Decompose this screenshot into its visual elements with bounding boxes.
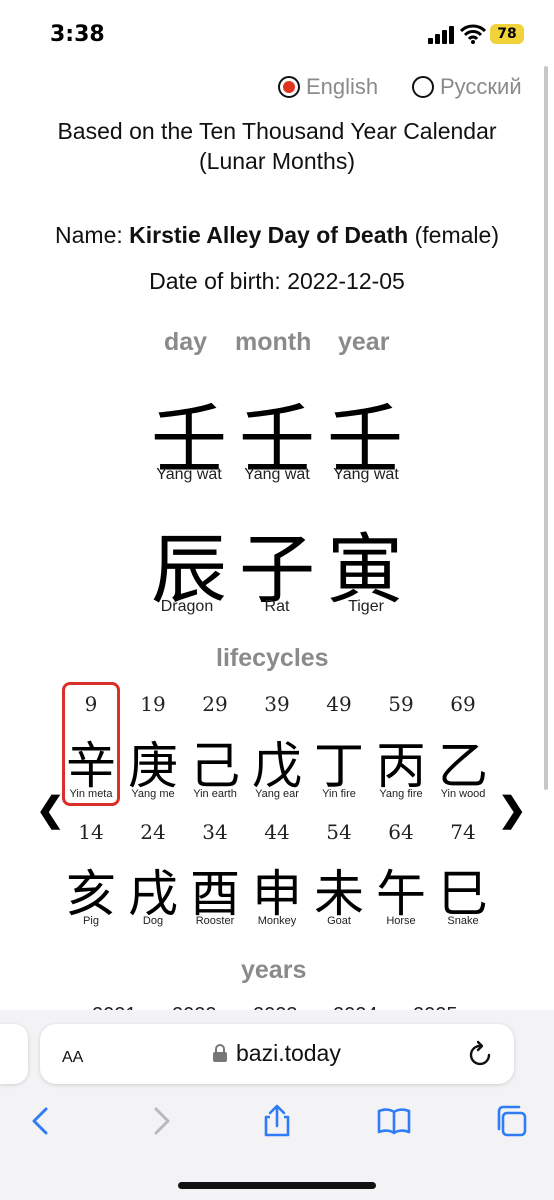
- language-russian-label: Русский: [440, 74, 522, 99]
- lifecycle-stem-label: Yang fire: [379, 788, 423, 800]
- person-name-line: Name: Kirstie Alley Day of Death (female…: [0, 222, 554, 249]
- back-icon[interactable]: [24, 1104, 58, 1138]
- lifecycle-branch-label: Monkey: [257, 915, 297, 927]
- cellular-signal-icon: [428, 26, 454, 44]
- lifecycle-stem-label: Yin earth: [193, 788, 237, 800]
- pillar-header-day: day: [164, 328, 208, 356]
- language-english-label: English: [306, 74, 379, 99]
- person-gender: (female): [408, 222, 499, 248]
- year-stem-label: Yang wat: [333, 466, 399, 483]
- lifecycle-age: 74: [450, 820, 476, 844]
- radio-selected-icon[interactable]: [278, 76, 300, 98]
- lifecycle-stem-label: Yang me: [131, 788, 175, 800]
- previous-tab-pill[interactable]: [0, 1024, 28, 1084]
- dob-value: 2022-12-05: [287, 268, 405, 294]
- chevron-right-icon[interactable]: ❯: [498, 790, 527, 830]
- home-indicator: [178, 1182, 376, 1189]
- lifecycle-age: 34: [202, 820, 228, 844]
- person-name: Kirstie Alley Day of Death: [129, 222, 409, 248]
- lifecycle-age: 39: [264, 692, 290, 716]
- month-stem-label: Yang wat: [244, 466, 310, 483]
- lifecycle-age: 69: [450, 692, 476, 716]
- lock-icon: [213, 1044, 227, 1062]
- lifecycle-age: 14: [78, 820, 104, 844]
- language-option-russian[interactable]: Русский: [412, 74, 522, 100]
- lifecycle-branch-label: Rooster: [195, 915, 235, 927]
- pillar-header-month: month: [235, 328, 312, 356]
- share-icon[interactable]: [260, 1104, 294, 1138]
- bookmarks-icon[interactable]: [377, 1104, 411, 1138]
- day-branch-label: Dragon: [160, 598, 214, 615]
- lifecycle-stem-label: Yin meta: [69, 788, 113, 800]
- lifecycle-branch-label: Dog: [142, 915, 164, 927]
- day-stem-label: Yang wat: [156, 466, 222, 483]
- lifecycle-age: 24: [140, 820, 166, 844]
- lifecycle-age: 19: [140, 692, 166, 716]
- forward-icon[interactable]: [144, 1104, 178, 1138]
- lifecycle-age: 59: [388, 692, 414, 716]
- status-bar: 3:38 78: [0, 0, 554, 60]
- lifecycle-stem-label: Yin wood: [440, 788, 486, 800]
- pillar-header-year: year: [338, 328, 390, 356]
- radio-unselected-icon[interactable]: [412, 76, 434, 98]
- lifecycle-age: 29: [202, 692, 228, 716]
- lifecycle-branch-label: Horse: [386, 915, 416, 927]
- intro-line-2: (Lunar Months): [199, 148, 355, 174]
- lifecycles-title: lifecycles: [216, 644, 329, 672]
- reader-settings-button[interactable]: AA: [62, 1042, 83, 1068]
- status-time: 3:38: [50, 22, 105, 47]
- intro-line-1: Based on the Ten Thousand Year Calendar: [57, 118, 497, 144]
- battery-indicator: 78: [490, 24, 524, 44]
- lifecycle-branch-label: Pig: [83, 915, 99, 927]
- lifecycle-age: 9: [84, 692, 98, 716]
- tabs-icon[interactable]: [494, 1104, 528, 1138]
- aa-label: AA: [62, 1049, 84, 1066]
- reload-icon[interactable]: [468, 1040, 494, 1068]
- name-label: Name:: [55, 222, 130, 248]
- lifecycle-branch-label: Goat: [327, 915, 351, 927]
- url-text[interactable]: bazi.today: [236, 1040, 341, 1067]
- lifecycle-stem-label: Yin fire: [322, 788, 356, 800]
- language-option-english[interactable]: English: [278, 74, 378, 100]
- dob-label: Date of birth:: [149, 268, 288, 294]
- lifecycle-age: 49: [326, 692, 352, 716]
- month-branch-label: Rat: [264, 598, 290, 615]
- wifi-icon: [460, 24, 486, 44]
- lifecycle-age: 54: [326, 820, 352, 844]
- dob-line: Date of birth: 2022-12-05: [0, 268, 554, 295]
- lifecycle-stem-label: Yang ear: [255, 788, 299, 800]
- year-branch-label: Tiger: [348, 598, 384, 615]
- years-title: years: [241, 956, 307, 984]
- lifecycle-age: 44: [264, 820, 290, 844]
- lifecycle-branch-label: Snake: [447, 915, 479, 927]
- lifecycle-age: 64: [388, 820, 414, 844]
